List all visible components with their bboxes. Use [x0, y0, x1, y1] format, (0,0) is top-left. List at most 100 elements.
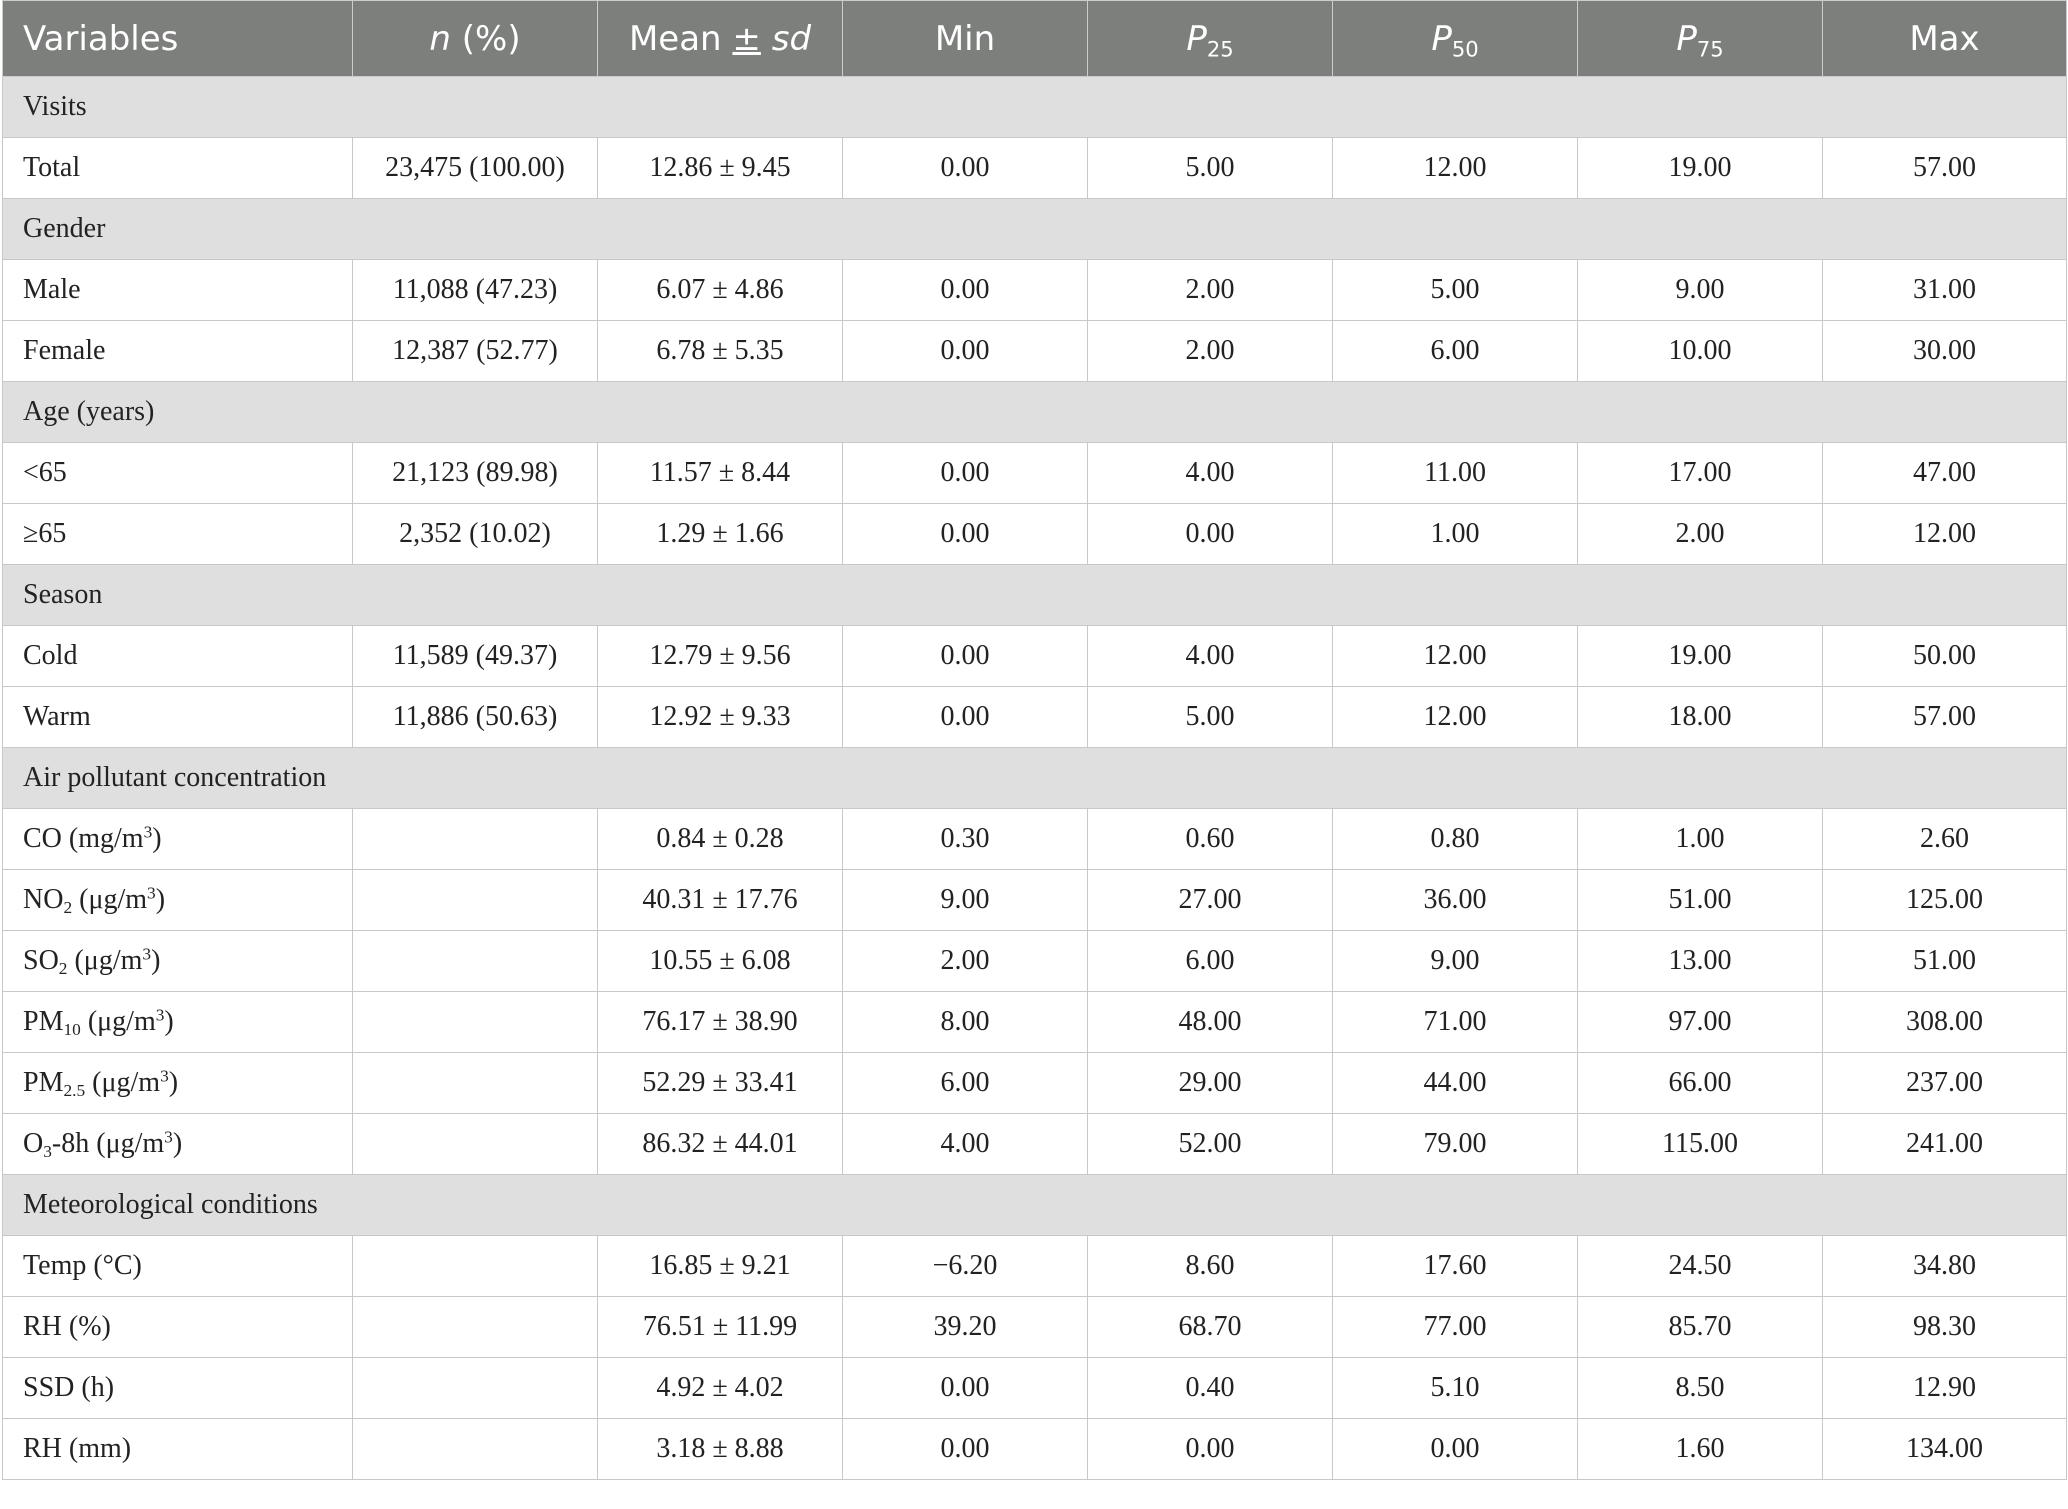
- cell-min: 6.00: [842, 1052, 1088, 1114]
- cell-mean: 52.29 ± 33.41: [597, 1052, 843, 1114]
- table-row-rh-percent: RH (%) 76.51 ± 11.99 39.20 68.70 77.00 8…: [2, 1296, 2067, 1358]
- table-row-so2: SO2 (μg/m3) 10.55 ± 6.08 2.00 6.00 9.00 …: [2, 930, 2067, 992]
- table-row-temp: Temp (°C) 16.85 ± 9.21 −6.20 8.60 17.60 …: [2, 1235, 2067, 1297]
- cell-label: CO (mg/m3): [2, 808, 353, 870]
- header-label-part: P: [1431, 18, 1452, 59]
- cell-label: Temp (°C): [2, 1235, 353, 1297]
- cell-min: 0.30: [842, 808, 1088, 870]
- cell-max: 51.00: [1822, 930, 2067, 992]
- cell-label: SO2 (μg/m3): [2, 930, 353, 992]
- cell-min: 0.00: [842, 259, 1088, 321]
- cell-label: Male: [2, 259, 353, 321]
- cell-p25: 52.00: [1087, 1113, 1333, 1175]
- cell-label-part: ): [151, 945, 161, 976]
- cell-label-part: -8h (μg/m: [51, 1128, 165, 1159]
- cell-label: PM10 (μg/m3): [2, 991, 353, 1053]
- header-p75: P75: [1577, 0, 1823, 77]
- cell-p75: 24.50: [1577, 1235, 1823, 1297]
- header-label-part: Variables: [23, 18, 179, 59]
- cell-max: 237.00: [1822, 1052, 2067, 1114]
- section-row-age: Age (years): [2, 381, 2067, 443]
- cell-label-part: PM: [23, 1067, 64, 1098]
- section-row-meteorological: Meteorological conditions: [2, 1174, 2067, 1236]
- table-row-pm25: PM2.5 (μg/m3) 52.29 ± 33.41 6.00 29.00 4…: [2, 1052, 2067, 1114]
- cell-max: 2.60: [1822, 808, 2067, 870]
- cell-p50: 11.00: [1332, 442, 1578, 504]
- table-row-pm10: PM10 (μg/m3) 76.17 ± 38.90 8.00 48.00 71…: [2, 991, 2067, 1053]
- cell-label-part: SO: [23, 945, 59, 976]
- cell-p75: 97.00: [1577, 991, 1823, 1053]
- cell-p75: 13.00: [1577, 930, 1823, 992]
- cell-label: ≥65: [2, 503, 353, 565]
- cell-p75: 2.00: [1577, 503, 1823, 565]
- cell-min: 0.00: [842, 686, 1088, 748]
- cell-label: NO2 (μg/m3): [2, 869, 353, 931]
- cell-max: 12.90: [1822, 1357, 2067, 1419]
- header-label-part: Min: [934, 18, 996, 59]
- cell-min: 39.20: [842, 1296, 1088, 1358]
- cell-label: <65: [2, 442, 353, 504]
- table-row-female: Female 12,387 (52.77) 6.78 ± 5.35 0.00 2…: [2, 320, 2067, 382]
- section-label: Air pollutant concentration: [2, 747, 2067, 809]
- cell-mean: 0.84 ± 0.28: [597, 808, 843, 870]
- cell-label-part: 2.5: [63, 1081, 86, 1101]
- cell-p50: 0.00: [1332, 1418, 1578, 1480]
- cell-max: 241.00: [1822, 1113, 2067, 1175]
- cell-p75: 85.70: [1577, 1296, 1823, 1358]
- cell-mean: 6.07 ± 4.86: [597, 259, 843, 321]
- table-row-male: Male 11,088 (47.23) 6.07 ± 4.86 0.00 2.0…: [2, 259, 2067, 321]
- cell-label: Cold: [2, 625, 353, 687]
- cell-max: 134.00: [1822, 1418, 2067, 1480]
- section-label: Visits: [2, 76, 2067, 138]
- cell-max: 57.00: [1822, 137, 2067, 199]
- cell-label-part: ): [168, 1067, 179, 1098]
- cell-p25: 0.40: [1087, 1357, 1333, 1419]
- cell-n: [352, 869, 598, 931]
- cell-p25: 0.00: [1087, 1418, 1333, 1480]
- cell-n: [352, 930, 598, 992]
- cell-p75: 1.60: [1577, 1418, 1823, 1480]
- cell-max: 57.00: [1822, 686, 2067, 748]
- cell-p50: 71.00: [1332, 991, 1578, 1053]
- cell-p50: 77.00: [1332, 1296, 1578, 1358]
- cell-min: 0.00: [842, 137, 1088, 199]
- cell-p75: 115.00: [1577, 1113, 1823, 1175]
- section-label: Gender: [2, 198, 2067, 260]
- cell-p75: 17.00: [1577, 442, 1823, 504]
- cell-label: Total: [2, 137, 353, 199]
- cell-mean: 12.79 ± 9.56: [597, 625, 843, 687]
- cell-mean: 12.86 ± 9.45: [597, 137, 843, 199]
- cell-p75: 9.00: [1577, 259, 1823, 321]
- cell-mean: 6.78 ± 5.35: [597, 320, 843, 382]
- section-label: Season: [2, 564, 2067, 626]
- cell-label-part: (μg/m: [80, 1006, 156, 1037]
- cell-label-part: 3: [142, 944, 152, 964]
- header-row: Variables n (%) Mean ± sd Min P25 P50 P7…: [2, 0, 2067, 77]
- cell-label-part: (μg/m: [72, 884, 148, 915]
- descriptive-statistics-table: Variables n (%) Mean ± sd Min P25 P50 P7…: [2, 0, 2067, 1480]
- cell-n: [352, 1296, 598, 1358]
- cell-label: SSD (h): [2, 1357, 353, 1419]
- cell-mean: 76.51 ± 11.99: [597, 1296, 843, 1358]
- cell-p50: 1.00: [1332, 503, 1578, 565]
- table-row-cold: Cold 11,589 (49.37) 12.79 ± 9.56 0.00 4.…: [2, 625, 2067, 687]
- cell-label-part: ): [172, 1128, 183, 1159]
- cell-p50: 12.00: [1332, 137, 1578, 199]
- cell-label-part: ): [155, 884, 166, 915]
- cell-mean: 12.92 ± 9.33: [597, 686, 843, 748]
- cell-p75: 19.00: [1577, 625, 1823, 687]
- cell-label-part: 3: [43, 1142, 52, 1162]
- table-row-o3: O3-8h (μg/m3) 86.32 ± 44.01 4.00 52.00 7…: [2, 1113, 2067, 1175]
- cell-max: 308.00: [1822, 991, 2067, 1053]
- header-label-part: Max: [1909, 18, 1980, 59]
- cell-p50: 6.00: [1332, 320, 1578, 382]
- cell-p50: 12.00: [1332, 686, 1578, 748]
- cell-p50: 36.00: [1332, 869, 1578, 931]
- cell-label: Warm: [2, 686, 353, 748]
- cell-p25: 27.00: [1087, 869, 1333, 931]
- section-row-visits: Visits: [2, 76, 2067, 138]
- cell-p50: 0.80: [1332, 808, 1578, 870]
- cell-p50: 44.00: [1332, 1052, 1578, 1114]
- cell-n: 11,589 (49.37): [352, 625, 598, 687]
- cell-min: 4.00: [842, 1113, 1088, 1175]
